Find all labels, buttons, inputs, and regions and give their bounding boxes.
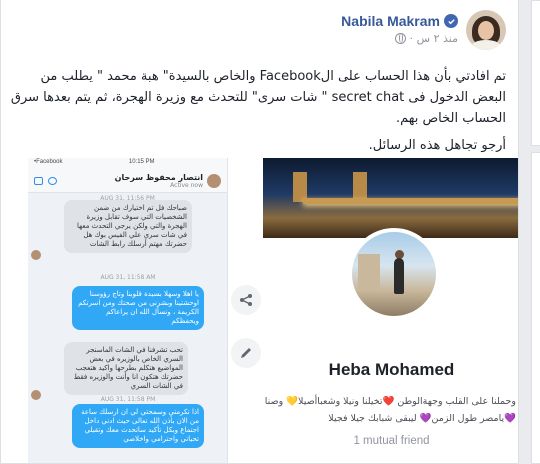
post-timestamp[interactable]: منذ ٢ س · [410,32,458,45]
verified-badge-icon [444,14,458,28]
author-avatar[interactable] [466,10,506,50]
next-card-edge-2 [531,152,540,464]
chat-message-1: صباحك فل تم اختيارك من ضمن الشخصيات التي… [64,200,192,253]
mutual-friends[interactable]: 1 mutual friend [263,435,518,447]
profile-bio-line-1: وحملنا على القلب وجهةالوطن ❤️تخيلنا ونيل… [264,396,516,407]
post-header: Nabila Makram منذ ٢ س · [341,10,506,54]
post-paragraph-2: أرجو تجاهل هذه الرسائل. [368,138,506,153]
chat-message-2: يا اهلا وسهلا بسيدة قلوبنا وتاج رؤوسنا ا… [72,286,204,330]
chat-date-2: AUG 31, 11:58 AM [100,274,156,281]
profile-picture[interactable] [348,228,440,320]
chat-message-3: تحب تشرفنا في الشات الماسنجر السري الخاص… [64,342,188,395]
phone-status-bar: •Facebook 10:15 PM [28,158,227,169]
phone-icon [48,176,57,185]
profile-name[interactable]: Heba Mohamed [263,360,518,380]
post-paragraph-1: تم افادتي بأن هذا الحساب على الFacebook … [10,69,506,126]
chat-header: انتصار محفوظ سرحان Active now [28,169,227,193]
chat-sender-avatar [31,250,41,260]
next-card-edge [531,0,540,146]
author-name[interactable]: Nabila Makram [341,13,440,29]
chat-screenshot-image[interactable]: •Facebook 10:15 PM انتصار محفوظ سرحان Ac… [28,158,228,463]
chat-contact-name: انتصار محفوظ سرحان [114,172,203,182]
author-info: Nabila Makram منذ ٢ س · [341,10,458,45]
edit-icon[interactable] [231,338,261,368]
profile-bio-line-2: 💜يامصر طول الزمن💜 ليبقى شبابك جيلا فجيلا [328,413,516,424]
chat-contact-avatar [207,173,221,188]
chat-message-4: اذا تكرمتي وسمحتي لي ان ارسلك ساعة من ال… [72,404,204,448]
share-icon[interactable] [231,285,261,315]
profile-preview-card[interactable]: Heba Mohamed وحملنا على القلب وجهةالوطن … [263,158,518,463]
status-carrier: •Facebook [34,159,63,165]
video-call-icon [34,176,43,185]
chat-contact-status: Active now [170,181,203,189]
chat-date-3: AUG 31, 11:58 PM [100,396,156,403]
post-body: تم افادتي بأن هذا الحساب على الFacebook … [10,66,506,156]
profile-bio: وحملنا على القلب وجهةالوطن ❤️تخيلنا ونيل… [263,393,516,427]
post-card: Nabila Makram منذ ٢ س · تم افادتي بأن هذ… [0,0,519,464]
cover-photo [263,158,518,238]
globe-icon[interactable] [394,33,406,44]
status-time: 10:15 PM [128,159,155,165]
